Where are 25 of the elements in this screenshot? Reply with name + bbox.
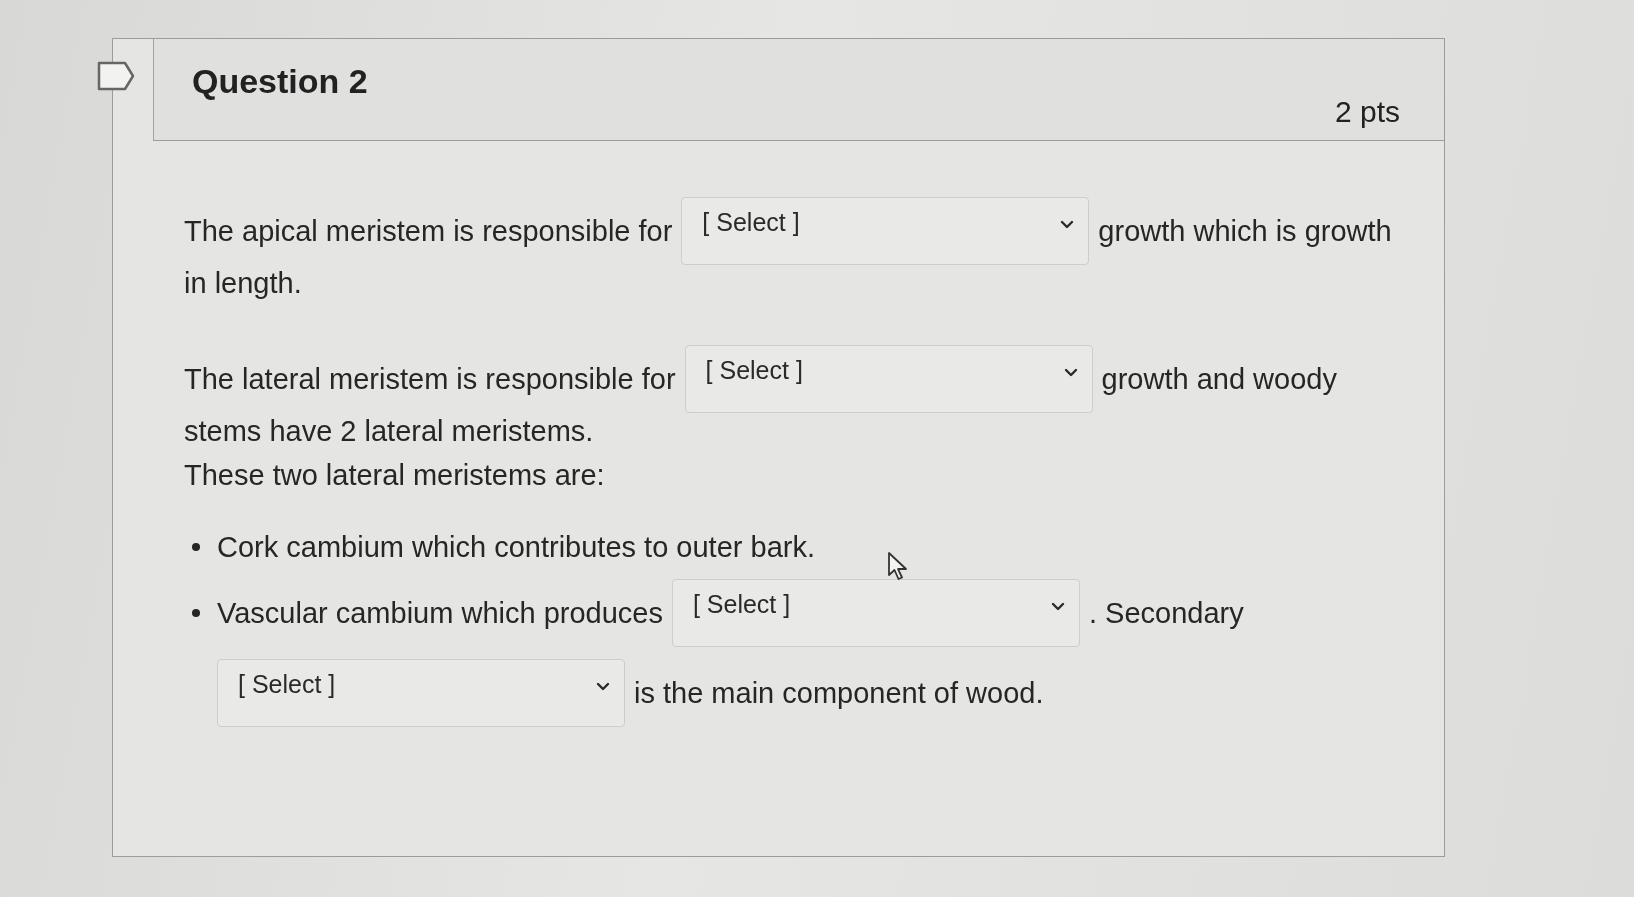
question-text: growth which is growth bbox=[1098, 214, 1392, 249]
question-text: . Secondary bbox=[1088, 596, 1244, 631]
answer-dropdown[interactable]: [ Select ] bbox=[671, 579, 1080, 647]
points-label: 2 pts bbox=[1334, 94, 1400, 130]
chevron-down-icon bbox=[1060, 220, 1075, 229]
chevron-down-icon bbox=[596, 682, 610, 691]
question-text: is the main component of wood. bbox=[634, 676, 1044, 711]
mouse-pointer-icon bbox=[887, 551, 909, 581]
answer-dropdown[interactable]: [ Select ] bbox=[217, 659, 625, 727]
question-text: Cork cambium which contributes to outer bark. bbox=[217, 530, 815, 565]
answer-dropdown[interactable]: [ Select ] bbox=[684, 345, 1093, 413]
question-title: Question 2 bbox=[192, 61, 368, 102]
question-text: stems have 2 lateral meristems. bbox=[184, 414, 594, 449]
answer-dropdown[interactable]: [ Select ] bbox=[681, 197, 1090, 265]
question-text: Vascular cambium which produces bbox=[217, 596, 663, 631]
question-text: in length. bbox=[184, 266, 302, 301]
bookmark-icon[interactable] bbox=[97, 61, 135, 91]
chevron-down-icon bbox=[1063, 368, 1078, 377]
bullet-icon bbox=[192, 543, 200, 551]
bullet-icon bbox=[192, 609, 200, 617]
question-text: growth and woody bbox=[1101, 362, 1337, 397]
question-text: The lateral meristem is responsible for bbox=[184, 362, 676, 397]
chevron-down-icon bbox=[1050, 602, 1065, 611]
question-text: The apical meristem is responsible for bbox=[184, 214, 673, 249]
question-text: These two lateral meristems are: bbox=[184, 458, 605, 493]
